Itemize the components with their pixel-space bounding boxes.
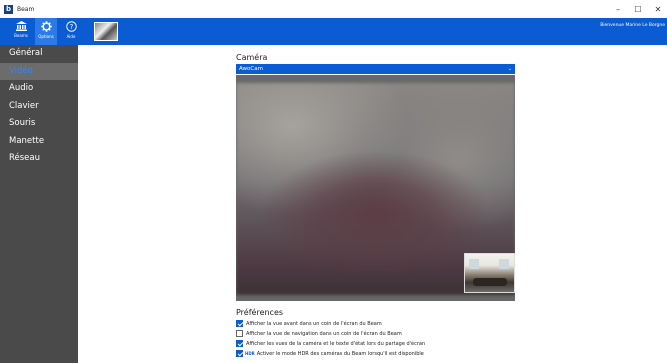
camera-preview [236,75,515,301]
pref-label: Afficher la vue avant dans un coin de l'… [246,320,382,327]
sidebar-item-audio[interactable]: Audio [0,80,78,98]
welcome-text: Bienvenue Marine Le Borgne [600,23,665,28]
sidebar-item-gamepad[interactable]: Manette [0,133,78,151]
thumbnail-window [499,259,509,269]
pref-front-view[interactable]: Afficher la vue avant dans un coin de l'… [236,319,382,328]
thumbnail-window [469,259,479,269]
camera-section-title: Caméra [236,53,268,62]
close-button[interactable]: ✕ [649,0,667,18]
thumbnail-table [473,278,507,286]
building-icon [15,21,27,31]
sidebar-item-general[interactable]: Général [0,45,78,63]
hdr-mode-checkbox[interactable] [236,350,243,357]
sidebar-item-mouse[interactable]: Souris [0,115,78,133]
sidebar-item-network[interactable]: Réseau [0,150,78,168]
video-settings-panel: Caméra AwoCam ⌄ Préférences Afficher la … [78,45,667,363]
help-icon: ? [65,21,77,32]
beams-label: Beams [14,33,28,38]
sidebar-item-video[interactable]: Vidéo [0,62,78,80]
options-button[interactable]: Options [35,18,57,45]
screen-share-views-checkbox[interactable] [236,340,243,347]
pref-label: Activer le mode HDR des caméras du Beam … [256,350,424,357]
sidebar-item-keyboard[interactable]: Clavier [0,98,78,116]
user-avatar[interactable] [94,22,118,41]
settings-sidebar: Général Vidéo Audio Clavier Souris Manet… [0,45,78,363]
svg-text:?: ? [69,23,73,31]
hdr-badge-icon: HDR [245,351,255,356]
window-title: Beam [17,5,35,13]
preferences-section-title: Préférences [236,308,284,317]
title-bar: b Beam – ☐ ✕ [0,0,667,18]
options-label: Options [38,34,54,39]
front-view-checkbox[interactable] [236,320,243,327]
front-view-thumbnail [464,253,515,293]
beam-logo-icon: b [4,4,13,14]
window-controls: – ☐ ✕ [607,0,667,18]
pref-label: Afficher la vue de navigation dans un co… [246,330,402,337]
gear-icon [40,21,52,32]
pref-screen-share-views[interactable]: Afficher les vues de la caméra et le tex… [236,339,425,348]
chevron-down-icon: ⌄ [507,66,512,72]
help-button[interactable]: ? Aide [60,18,82,45]
maximize-button[interactable]: ☐ [629,0,647,18]
pref-hdr-mode[interactable]: HDR Activer le mode HDR des caméras du B… [236,349,424,358]
navigation-view-checkbox[interactable] [236,330,243,337]
pref-label: Afficher les vues de la caméra et le tex… [246,340,426,347]
beams-button[interactable]: Beams [10,18,32,45]
help-label: Aide [66,34,76,39]
pref-navigation-view[interactable]: Afficher la vue de navigation dans un co… [236,329,402,338]
minimize-button[interactable]: – [609,0,627,18]
camera-select-value: AwoCam [239,66,263,72]
camera-select[interactable]: AwoCam ⌄ [236,64,515,74]
